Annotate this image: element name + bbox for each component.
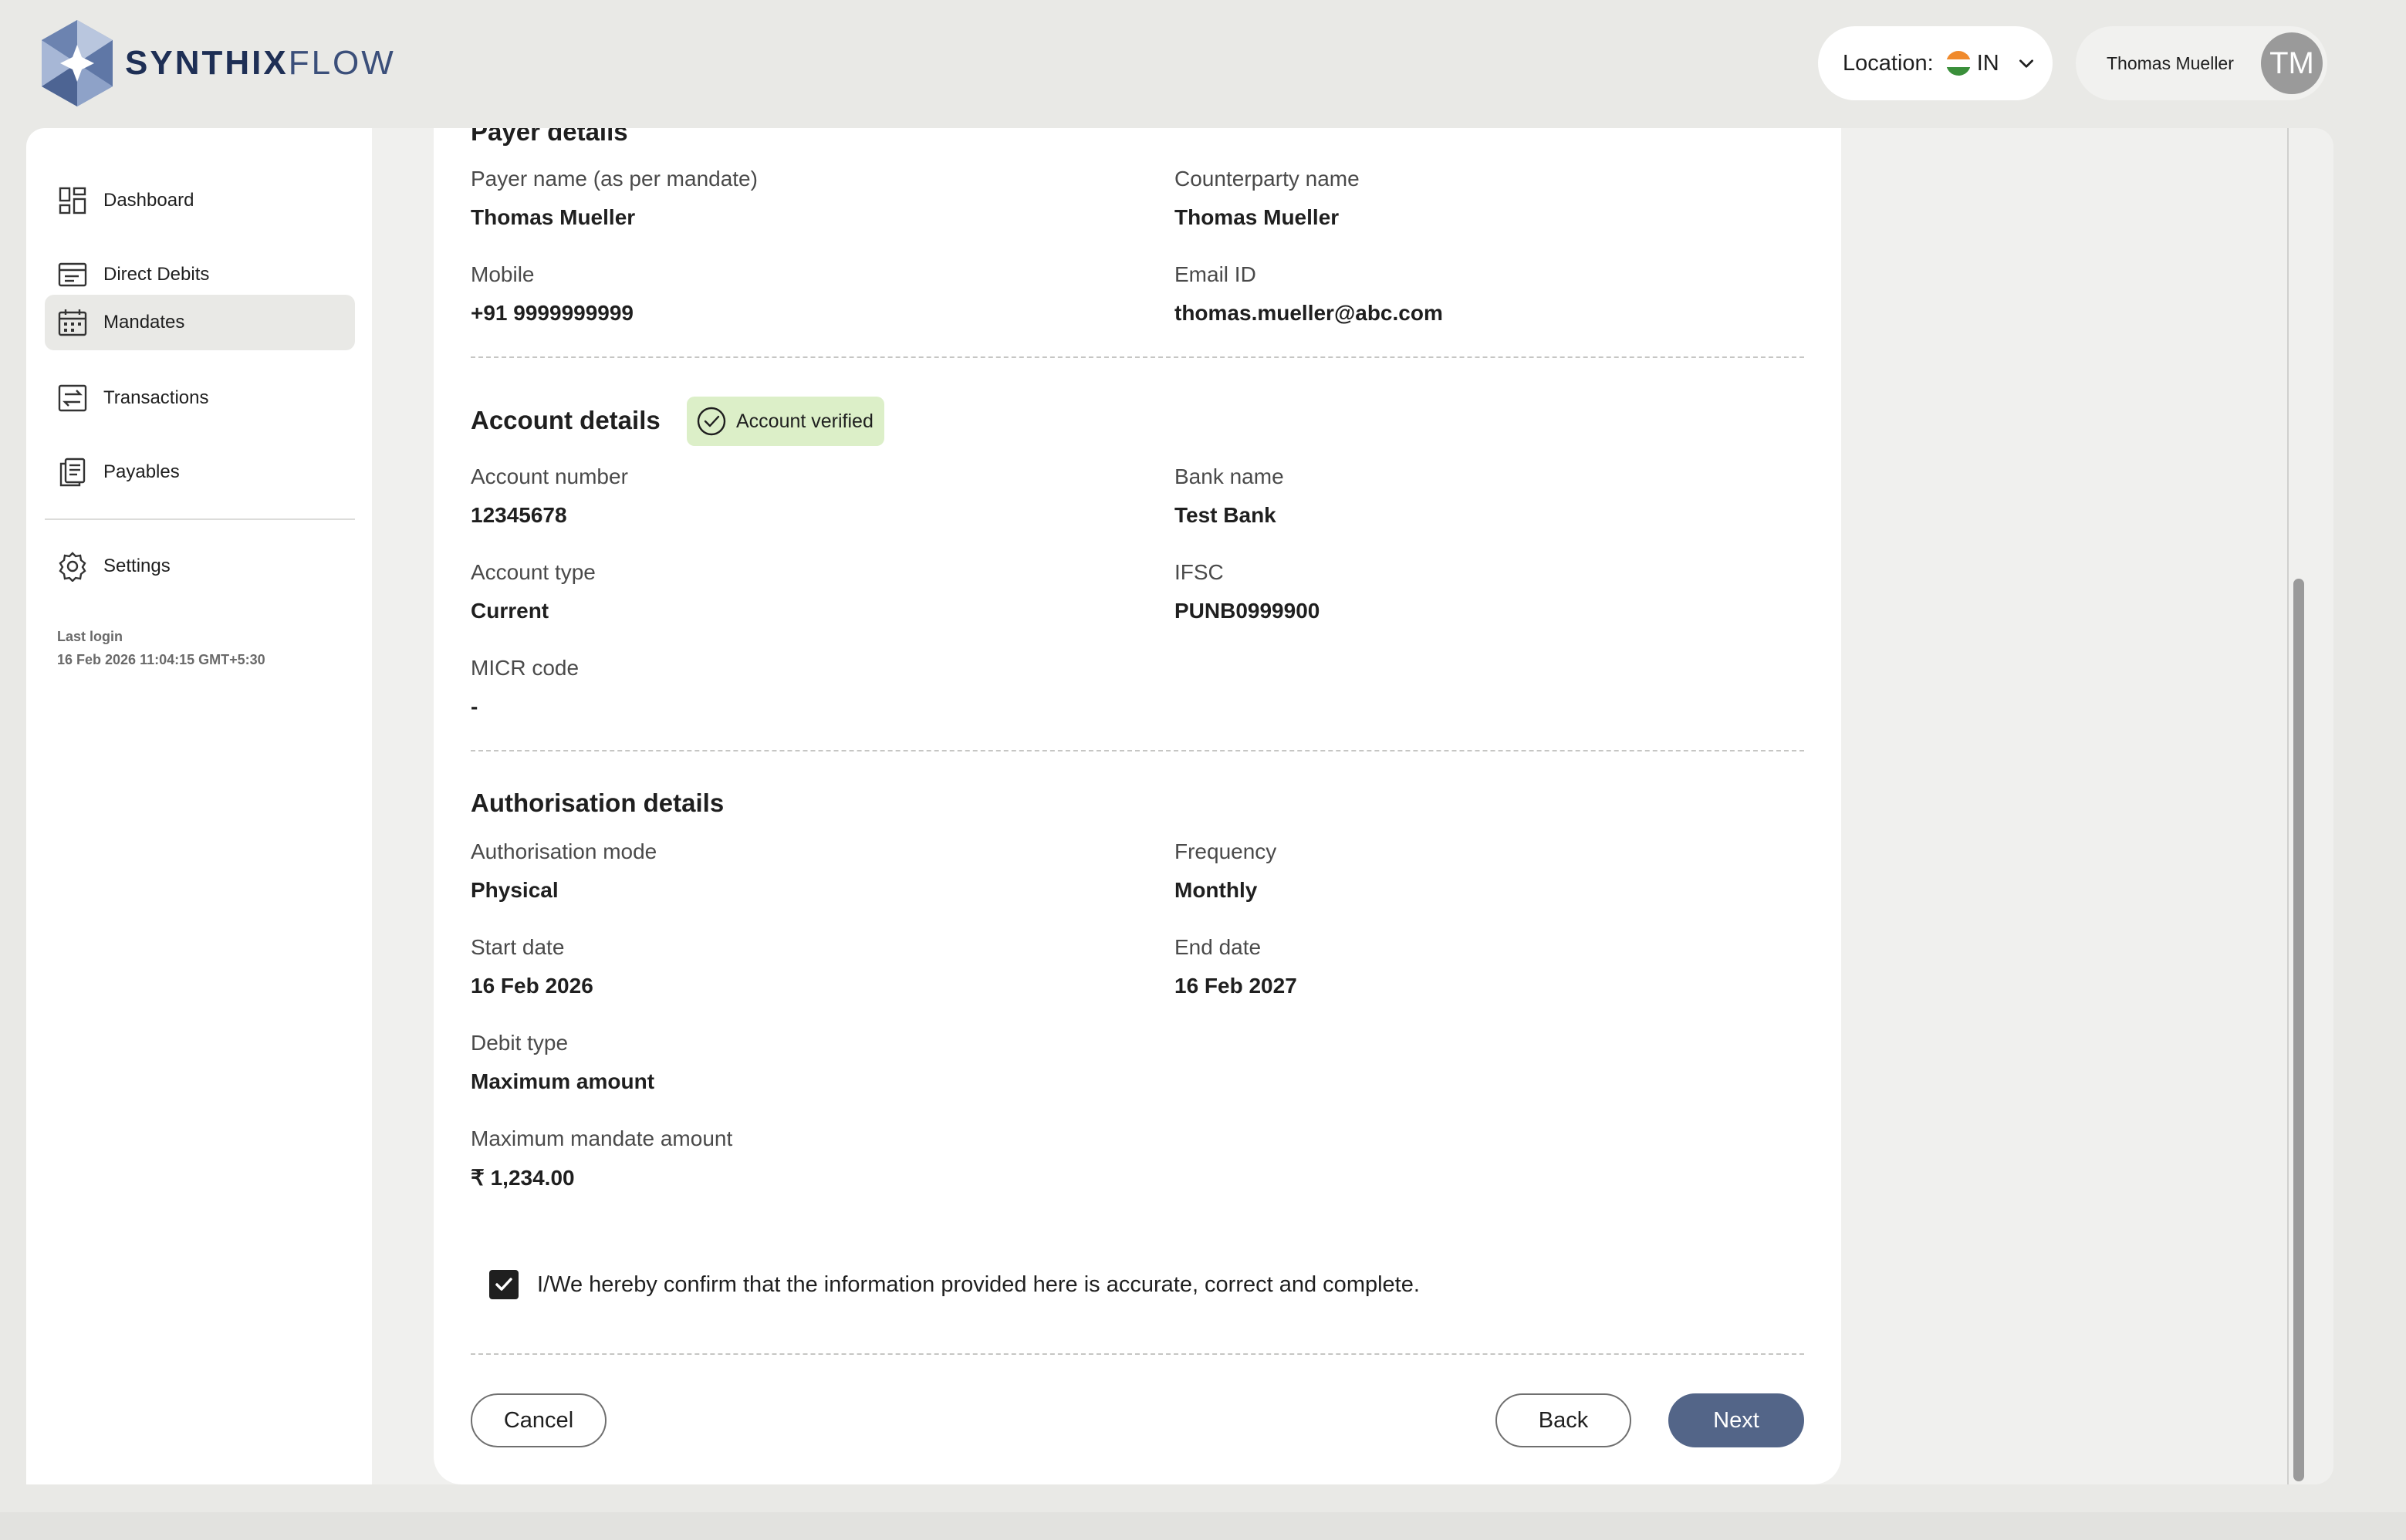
last-login-label: Last login	[57, 629, 123, 644]
authorisation-mode-label: Authorisation mode	[471, 839, 657, 863]
micr-value: -	[471, 694, 478, 718]
mandate-review-card: Payer details Payer name (as per mandate…	[434, 128, 1841, 1484]
transactions-icon	[57, 383, 88, 414]
calendar-icon	[57, 307, 88, 338]
user-name: Thomas Mueller	[2107, 52, 2234, 73]
bottom-bar	[0, 1512, 2406, 1540]
account-number-value: 12345678	[471, 503, 567, 527]
confirm-text: I/We hereby confirm that the information…	[537, 1272, 1420, 1297]
sidebar-item-label: Transactions	[103, 387, 209, 408]
account-verified-badge: Account verified	[687, 397, 884, 446]
bank-name-value: Test Bank	[1174, 503, 1276, 527]
account-verified-label: Account verified	[736, 410, 874, 432]
brand-name: SYNTHIXFLOW	[125, 44, 396, 82]
debit-type-value: Maximum amount	[471, 1069, 655, 1093]
sidebar-item-transactions[interactable]: Transactions	[45, 370, 355, 426]
last-login: Last login 16 Feb 2026 11:04:15 GMT+5:30	[57, 625, 265, 671]
location-value: IN	[1976, 50, 1999, 76]
start-date-label: Start date	[471, 935, 565, 959]
chevron-down-icon	[2019, 59, 2033, 68]
brand-logo[interactable]: SYNTHIXFLOW	[37, 19, 396, 108]
sidebar-item-settings[interactable]: Settings	[45, 539, 355, 594]
email-value: thomas.mueller@abc.com	[1174, 301, 1443, 325]
payer-name-value: Thomas Mueller	[471, 205, 636, 229]
end-date-label: End date	[1174, 935, 1262, 959]
account-details-title: Account details	[471, 406, 661, 434]
sidebar-item-label: Payables	[103, 461, 180, 482]
india-flag-icon	[1945, 51, 1971, 76]
section-divider	[471, 1353, 1804, 1355]
location-label: Location:	[1843, 50, 1934, 76]
ifsc-label: IFSC	[1174, 560, 1224, 584]
debit-type-label: Debit type	[471, 1031, 569, 1055]
last-login-value: 16 Feb 2026 11:04:15 GMT+5:30	[57, 652, 265, 667]
next-button[interactable]: Next	[1668, 1393, 1804, 1447]
sidebar-item-label: Mandates	[103, 312, 185, 333]
account-type-value: Current	[471, 599, 549, 623]
sidebar-item-label: Settings	[103, 556, 171, 576]
sidebar-item-dashboard[interactable]: Dashboard	[45, 173, 355, 228]
sidebar: Dashboard Direct Debits Mandates Transac…	[26, 128, 372, 1484]
sidebar-item-label: Direct Debits	[103, 264, 210, 285]
sidebar-item-label: Dashboard	[103, 190, 194, 211]
sidebar-item-mandates[interactable]: Mandates	[45, 295, 355, 350]
check-circle-icon	[697, 407, 726, 436]
cancel-button[interactable]: Cancel	[471, 1393, 607, 1447]
payer-name-label: Payer name (as per mandate)	[471, 167, 758, 191]
avatar[interactable]: TM	[2261, 32, 2323, 94]
counterparty-label: Counterparty name	[1174, 167, 1360, 191]
mobile-value: +91 9999999999	[471, 301, 634, 325]
frequency-label: Frequency	[1174, 839, 1277, 863]
user-menu[interactable]: Thomas Mueller TM	[2076, 26, 2327, 100]
account-number-label: Account number	[471, 464, 628, 488]
mobile-label: Mobile	[471, 262, 535, 286]
confirm-row[interactable]: I/We hereby confirm that the information…	[489, 1270, 1420, 1299]
authorisation-details-title: Authorisation details	[471, 789, 725, 817]
direct-debits-icon	[57, 259, 88, 290]
logo-mark-icon	[42, 20, 113, 106]
max-amount-label: Maximum mandate amount	[471, 1126, 733, 1150]
ifsc-value: PUNB0999900	[1174, 599, 1320, 623]
bank-name-label: Bank name	[1174, 464, 1284, 488]
section-divider	[471, 356, 1804, 358]
confirm-checkbox[interactable]	[489, 1270, 519, 1299]
micr-label: MICR code	[471, 656, 580, 680]
location-selector[interactable]: Location: IN	[1818, 26, 2053, 100]
payables-icon	[57, 457, 88, 488]
gear-icon	[57, 551, 88, 583]
max-amount-value: ₹ 1,234.00	[471, 1166, 575, 1190]
email-label: Email ID	[1174, 262, 1256, 286]
checkmark-icon	[495, 1278, 512, 1291]
back-button[interactable]: Back	[1495, 1393, 1631, 1447]
scrollbar-thumb[interactable]	[2293, 579, 2304, 1481]
dashboard-icon	[57, 185, 88, 216]
account-type-label: Account type	[471, 560, 596, 584]
sidebar-divider	[45, 518, 355, 520]
end-date-value: 16 Feb 2027	[1174, 974, 1297, 998]
payer-details-title: Payer details	[471, 128, 628, 146]
sidebar-item-payables[interactable]: Payables	[45, 444, 355, 500]
top-header: SYNTHIXFLOW Location: IN Thomas Mueller …	[0, 0, 2406, 128]
authorisation-mode-value: Physical	[471, 878, 559, 902]
counterparty-value: Thomas Mueller	[1174, 205, 1340, 229]
section-divider	[471, 750, 1804, 751]
start-date-value: 16 Feb 2026	[471, 974, 593, 998]
frequency-value: Monthly	[1174, 878, 1258, 902]
